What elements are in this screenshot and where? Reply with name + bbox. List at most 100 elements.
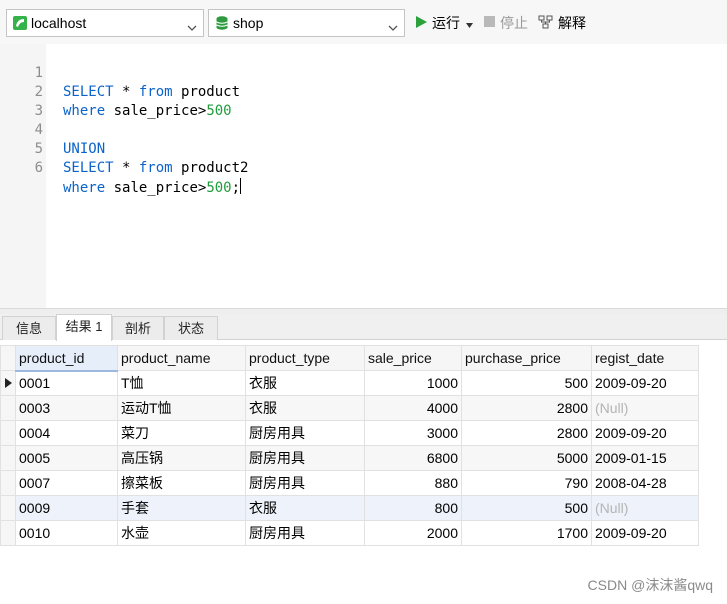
row-indicator — [0, 495, 16, 521]
cell[interactable]: 厨房用具 — [245, 420, 365, 446]
cell[interactable]: 500 — [461, 495, 592, 521]
code-text: product2 — [172, 160, 249, 176]
grid-header-row: product_id product_name product_type sal… — [0, 345, 699, 372]
cell[interactable]: 0009 — [15, 495, 118, 521]
number-literal: 500 — [206, 180, 232, 196]
cell[interactable]: 厨房用具 — [245, 520, 365, 546]
play-icon — [414, 15, 428, 32]
cell[interactable]: 880 — [364, 470, 462, 496]
cell[interactable]: T恤 — [117, 370, 246, 396]
row-indicator — [0, 445, 16, 471]
connection-icon — [12, 15, 28, 31]
code-text: * — [113, 160, 139, 176]
explain-button[interactable]: 解释 — [538, 13, 586, 33]
table-row[interactable]: 0005 高压锅 厨房用具 6800 5000 2009-01-15 — [0, 445, 699, 471]
code-text: sale_price> — [105, 180, 207, 196]
cell[interactable]: 2009-09-20 — [591, 520, 699, 546]
tab-profile[interactable]: 剖析 — [112, 316, 164, 340]
cell[interactable]: 1700 — [461, 520, 592, 546]
cell[interactable]: 2008-04-28 — [591, 470, 699, 496]
column-header[interactable]: regist_date — [591, 345, 699, 371]
cell[interactable]: (Null) — [591, 395, 699, 421]
cell[interactable]: 2009-09-20 — [591, 420, 699, 446]
run-dropdown-icon[interactable] — [466, 15, 473, 31]
code-line: 6 where sale_price>500; — [0, 140, 727, 196]
cell[interactable]: 2800 — [461, 395, 592, 421]
keyword: where — [63, 180, 106, 196]
column-header[interactable]: purchase_price — [461, 345, 592, 371]
cell[interactable]: 厨房用具 — [245, 445, 365, 471]
column-header[interactable]: product_id — [15, 345, 118, 372]
cell[interactable]: 衣服 — [245, 495, 365, 521]
cell[interactable]: (Null) — [591, 495, 699, 521]
keyword: from — [138, 160, 173, 176]
cell[interactable]: 2009-09-20 — [591, 370, 699, 396]
result-grid-area: product_id product_name product_type sal… — [0, 340, 727, 604]
row-indicator — [0, 420, 16, 446]
tab-info[interactable]: 信息 — [2, 316, 56, 340]
table-row[interactable]: 0009 手套 衣服 800 500 (Null) — [0, 495, 699, 521]
column-header[interactable]: sale_price — [364, 345, 462, 371]
run-button[interactable]: 运行 — [414, 13, 473, 33]
cell[interactable]: 2009-01-15 — [591, 445, 699, 471]
cell[interactable]: 0004 — [15, 420, 118, 446]
cell[interactable]: 运动T恤 — [117, 395, 246, 421]
cell[interactable]: 0001 — [15, 370, 118, 396]
result-tab-bar: 信息 结果 1 剖析 状态 — [0, 314, 727, 341]
run-label: 运行 — [432, 15, 460, 31]
chevron-down-icon[interactable] — [187, 19, 197, 31]
cell[interactable]: 高压锅 — [117, 445, 246, 471]
row-indicator — [0, 395, 16, 421]
tab-result-1[interactable]: 结果 1 — [56, 314, 112, 341]
column-header[interactable]: product_type — [245, 345, 365, 371]
cell[interactable]: 衣服 — [245, 395, 365, 421]
cell[interactable]: 0010 — [15, 520, 118, 546]
code-line: 2 where sale_price>500 — [0, 64, 727, 119]
cell[interactable]: 手套 — [117, 495, 246, 521]
cell[interactable]: 790 — [461, 470, 592, 496]
stop-icon — [483, 15, 496, 31]
cell[interactable]: 水壶 — [117, 520, 246, 546]
stop-label: 停止 — [500, 15, 528, 31]
code-line: 5 SELECT * from product2 — [0, 121, 727, 176]
cell[interactable]: 4000 — [364, 395, 462, 421]
row-indicator — [0, 520, 16, 546]
row-indicator — [0, 470, 16, 496]
cell[interactable]: 衣服 — [245, 370, 365, 396]
table-row[interactable]: 0010 水壶 厨房用具 2000 1700 2009-09-20 — [0, 520, 699, 546]
cell[interactable]: 0005 — [15, 445, 118, 471]
line-number: 6 — [34, 160, 43, 176]
chevron-down-icon[interactable] — [388, 19, 398, 31]
tab-status[interactable]: 状态 — [164, 316, 218, 340]
cell[interactable]: 擦菜板 — [117, 470, 246, 496]
cell[interactable]: 800 — [364, 495, 462, 521]
text-cursor — [240, 178, 242, 194]
connection-select[interactable]: localhost — [6, 9, 204, 37]
column-header[interactable]: product_name — [117, 345, 246, 371]
cell[interactable]: 3000 — [364, 420, 462, 446]
cell[interactable]: 1000 — [364, 370, 462, 396]
cell[interactable]: 2800 — [461, 420, 592, 446]
current-row-icon — [0, 370, 16, 396]
table-row[interactable]: 0001 T恤 衣服 1000 500 2009-09-20 — [0, 370, 699, 396]
code-line: 1 SELECT * from product — [0, 45, 727, 100]
database-select[interactable]: shop — [208, 9, 405, 37]
table-row[interactable]: 0007 擦菜板 厨房用具 880 790 2008-04-28 — [0, 470, 699, 496]
cell[interactable]: 500 — [461, 370, 592, 396]
cell[interactable]: 菜刀 — [117, 420, 246, 446]
cell[interactable]: 2000 — [364, 520, 462, 546]
table-row[interactable]: 0004 菜刀 厨房用具 3000 2800 2009-09-20 — [0, 420, 699, 446]
cell[interactable]: 5000 — [461, 445, 592, 471]
watermark: CSDN @沫沫酱qwq — [587, 577, 713, 593]
stop-button[interactable]: 停止 — [483, 13, 528, 33]
cell[interactable]: 6800 — [364, 445, 462, 471]
table-row[interactable]: 0003 运动T恤 衣服 4000 2800 (Null) — [0, 395, 699, 421]
explain-icon — [538, 14, 554, 33]
connection-name: localhost — [31, 15, 87, 31]
sql-editor[interactable]: 1 SELECT * from product 2 where sale_pri… — [0, 44, 727, 308]
cell[interactable]: 0007 — [15, 470, 118, 496]
database-name: shop — [233, 15, 264, 31]
cell[interactable]: 厨房用具 — [245, 470, 365, 496]
code-line: 3 — [0, 83, 727, 119]
cell[interactable]: 0003 — [15, 395, 118, 421]
